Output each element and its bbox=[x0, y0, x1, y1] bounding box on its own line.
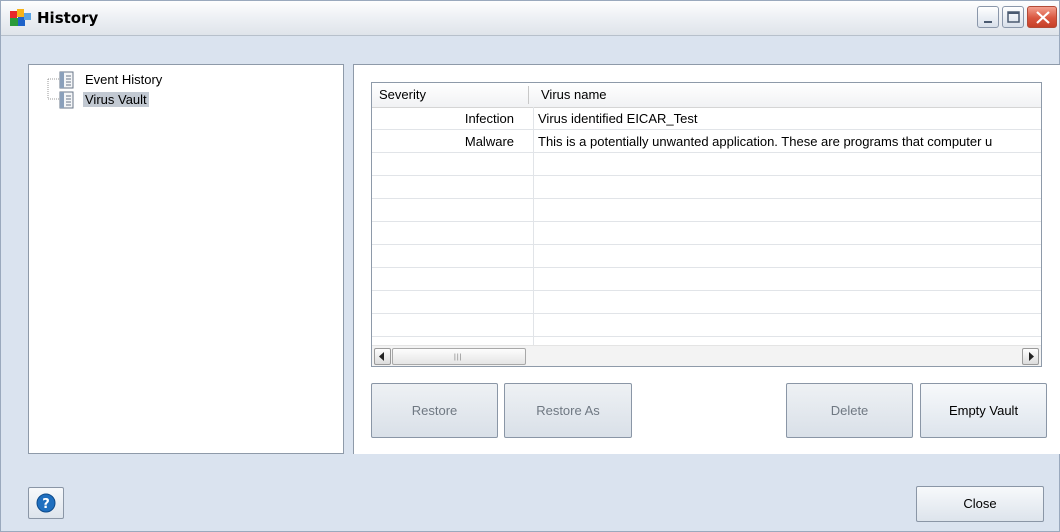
table-row[interactable]: Malware This is a potentially unwanted a… bbox=[372, 130, 1041, 153]
grip-icon: ||| bbox=[454, 354, 463, 361]
scroll-left-button[interactable] bbox=[374, 348, 391, 365]
empty-table-row bbox=[372, 291, 1041, 314]
restore-button[interactable]: Restore bbox=[371, 383, 498, 438]
restore-as-button[interactable]: Restore As bbox=[504, 383, 632, 438]
table-header: Severity Virus name bbox=[372, 83, 1041, 108]
svg-text:?: ? bbox=[42, 497, 50, 512]
title-bar[interactable]: History bbox=[1, 1, 1059, 36]
virus-name-cell: Virus identified EICAR_Test bbox=[538, 111, 698, 126]
empty-table-row bbox=[372, 222, 1041, 245]
document-list-icon bbox=[59, 71, 75, 89]
minimize-icon bbox=[984, 21, 992, 23]
tree-item-label: Virus Vault bbox=[83, 92, 149, 107]
maximize-icon bbox=[1007, 11, 1020, 23]
help-button[interactable]: ? bbox=[28, 487, 64, 519]
scroll-right-button[interactable] bbox=[1022, 348, 1039, 365]
virus-name-cell: This is a potentially unwanted applicati… bbox=[538, 134, 993, 149]
window-title: History bbox=[37, 9, 99, 27]
window-close-button[interactable] bbox=[1027, 6, 1057, 28]
virus-vault-panel: Severity Virus name Infection Virus iden… bbox=[353, 64, 1060, 454]
empty-table-row bbox=[372, 314, 1041, 337]
tree-item-label: Event History bbox=[85, 72, 163, 87]
horizontal-scrollbar[interactable]: ||| bbox=[372, 345, 1041, 366]
empty-table-row bbox=[372, 245, 1041, 268]
column-header-severity[interactable]: Severity bbox=[379, 87, 426, 102]
history-window: History Event History Virus Vault Severi… bbox=[0, 0, 1060, 532]
minimize-button[interactable] bbox=[977, 6, 999, 28]
avg-logo-icon bbox=[10, 9, 32, 27]
arrow-right-icon bbox=[1029, 352, 1034, 361]
close-button[interactable]: Close bbox=[916, 486, 1044, 522]
help-icon: ? bbox=[36, 493, 56, 513]
empty-table-row bbox=[372, 176, 1041, 199]
column-separator[interactable] bbox=[528, 86, 529, 104]
severity-cell: Malware bbox=[464, 134, 514, 149]
navigation-tree: Event History Virus Vault bbox=[28, 64, 344, 454]
arrow-left-icon bbox=[379, 352, 384, 361]
severity-cell: Infection bbox=[464, 111, 514, 126]
document-list-icon bbox=[59, 91, 75, 109]
table-row[interactable]: Infection Virus identified EICAR_Test bbox=[372, 107, 1041, 130]
delete-button[interactable]: Delete bbox=[786, 383, 913, 438]
empty-table-row bbox=[372, 153, 1041, 176]
empty-table-row bbox=[372, 199, 1041, 222]
close-icon bbox=[1036, 11, 1050, 24]
scrollbar-thumb[interactable]: ||| bbox=[392, 348, 526, 365]
empty-table-row bbox=[372, 268, 1041, 291]
maximize-button[interactable] bbox=[1002, 6, 1024, 28]
empty-vault-button[interactable]: Empty Vault bbox=[920, 383, 1047, 438]
virus-vault-table[interactable]: Severity Virus name Infection Virus iden… bbox=[371, 82, 1042, 367]
column-header-virus-name[interactable]: Virus name bbox=[541, 87, 607, 102]
